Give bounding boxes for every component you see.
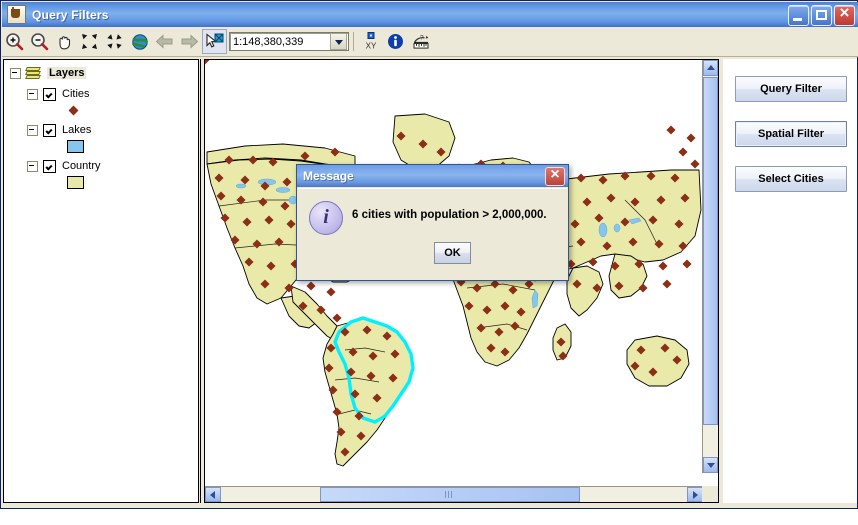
layer-label-country: Country bbox=[62, 160, 101, 172]
dialog-title: Message bbox=[303, 169, 354, 183]
zoom-to-selection-tool[interactable] bbox=[77, 29, 102, 54]
info-icon bbox=[309, 201, 343, 235]
sidebar-item-cities[interactable]: Cities bbox=[27, 86, 198, 102]
query-filter-button[interactable]: Query Filter bbox=[735, 76, 847, 102]
collapse-handle-icon[interactable] bbox=[27, 88, 38, 100]
select-cities-label: Select Cities bbox=[758, 173, 824, 185]
scale-value[interactable]: 1:148,380,339 bbox=[230, 36, 330, 48]
legend-symbol-cities bbox=[68, 102, 198, 118]
close-button[interactable] bbox=[834, 3, 855, 26]
zoom-in-tool[interactable] bbox=[2, 29, 27, 54]
collapse-handle-icon[interactable] bbox=[27, 124, 38, 136]
scroll-up-icon bbox=[706, 65, 715, 70]
maximize-button[interactable] bbox=[811, 5, 832, 26]
map-horizontal-scrollbar[interactable] bbox=[205, 486, 703, 502]
forward-tool[interactable] bbox=[177, 29, 202, 54]
horizontal-scroll-thumb[interactable] bbox=[320, 487, 580, 502]
message-dialog: Message 6 cities with population > 2,000… bbox=[296, 164, 569, 281]
identify-tool[interactable] bbox=[383, 29, 408, 54]
pane-divider[interactable] bbox=[200, 59, 201, 503]
layer-label-lakes: Lakes bbox=[62, 124, 92, 136]
tree-root-label: Layers bbox=[47, 67, 87, 79]
minimize-button[interactable] bbox=[788, 5, 809, 26]
measure-tool[interactable]: ? bbox=[408, 29, 433, 54]
pan-tool[interactable] bbox=[52, 29, 77, 54]
chevron-down-icon[interactable] bbox=[330, 33, 347, 50]
vertical-scroll-thumb[interactable] bbox=[703, 77, 718, 425]
spatial-filter-button[interactable]: Spatial Filter bbox=[735, 121, 847, 147]
box-symbol-icon bbox=[67, 139, 84, 153]
layer-tree-panel[interactable]: Layers Cities Lakes Country bbox=[3, 59, 199, 503]
svg-text:XY: XY bbox=[365, 42, 376, 51]
select-tool[interactable] bbox=[202, 29, 227, 54]
back-tool[interactable] bbox=[152, 29, 177, 54]
scroll-up-button[interactable] bbox=[703, 60, 718, 76]
window-title: Query Filters bbox=[32, 7, 109, 22]
scale-combobox[interactable]: 1:148,380,339 bbox=[229, 32, 349, 51]
scroll-left-icon bbox=[210, 490, 215, 499]
dialog-ok-button[interactable]: OK bbox=[434, 242, 471, 264]
grip-icon bbox=[445, 490, 454, 498]
sidebar-item-country[interactable]: Country bbox=[27, 158, 198, 174]
java-cup-icon bbox=[7, 5, 26, 24]
collapse-handle-icon[interactable] bbox=[27, 160, 38, 172]
dialog-close-button[interactable] bbox=[545, 165, 565, 186]
spatial-filter-label: Spatial Filter bbox=[757, 128, 825, 140]
scroll-down-button[interactable] bbox=[703, 457, 718, 473]
dialog-body: 6 cities with population > 2,000,000. OK bbox=[298, 188, 567, 280]
scroll-left-button[interactable] bbox=[205, 487, 221, 502]
dialog-message: 6 cities with population > 2,000,000. bbox=[352, 209, 547, 221]
scroll-right-button[interactable] bbox=[687, 487, 703, 502]
scrollbar-corner bbox=[702, 486, 718, 502]
window-controls bbox=[788, 3, 855, 26]
globe-tool[interactable] bbox=[127, 29, 152, 54]
full-extent-tool[interactable] bbox=[102, 29, 127, 54]
xy-coordinate-tool[interactable]: XY bbox=[358, 29, 383, 54]
tree-root-layers[interactable]: Layers bbox=[10, 65, 198, 81]
side-button-panel: Query Filter Spatial Filter Select Citie… bbox=[723, 59, 857, 503]
title-bar: Query Filters bbox=[2, 2, 858, 27]
toolbar: 1:148,380,339 XY ? bbox=[2, 27, 858, 57]
legend-symbol-country bbox=[67, 174, 198, 190]
query-filters-window: Query Filters × 1:148,380,339 XY ? Layer… bbox=[0, 0, 858, 509]
map-panel[interactable] bbox=[204, 59, 719, 503]
layer-checkbox-cities[interactable] bbox=[43, 87, 56, 101]
scroll-right-icon bbox=[693, 490, 698, 499]
select-cities-button[interactable]: Select Cities bbox=[735, 166, 847, 192]
zoom-out-tool[interactable] bbox=[27, 29, 52, 54]
diamond-symbol-icon bbox=[68, 105, 79, 115]
layers-icon bbox=[25, 67, 41, 79]
dialog-ok-label: OK bbox=[444, 247, 461, 259]
query-filter-label: Query Filter bbox=[760, 83, 822, 95]
box-symbol-icon bbox=[67, 175, 84, 189]
toolbar-separator bbox=[353, 32, 354, 51]
svg-text:?: ? bbox=[420, 34, 424, 41]
sidebar-item-lakes[interactable]: Lakes bbox=[27, 122, 198, 138]
layer-label-cities: Cities bbox=[62, 88, 90, 100]
map-vertical-scrollbar[interactable] bbox=[702, 60, 718, 473]
layer-checkbox-lakes[interactable] bbox=[43, 123, 56, 137]
scroll-down-icon bbox=[706, 463, 715, 468]
application-window: Query Filters × 1:148,380,339 XY ? Layer… bbox=[0, 0, 858, 525]
dialog-title-bar: Message bbox=[297, 165, 568, 187]
legend-symbol-lakes bbox=[67, 138, 198, 154]
collapse-handle-icon[interactable] bbox=[10, 67, 21, 79]
layer-checkbox-country[interactable] bbox=[43, 159, 56, 173]
